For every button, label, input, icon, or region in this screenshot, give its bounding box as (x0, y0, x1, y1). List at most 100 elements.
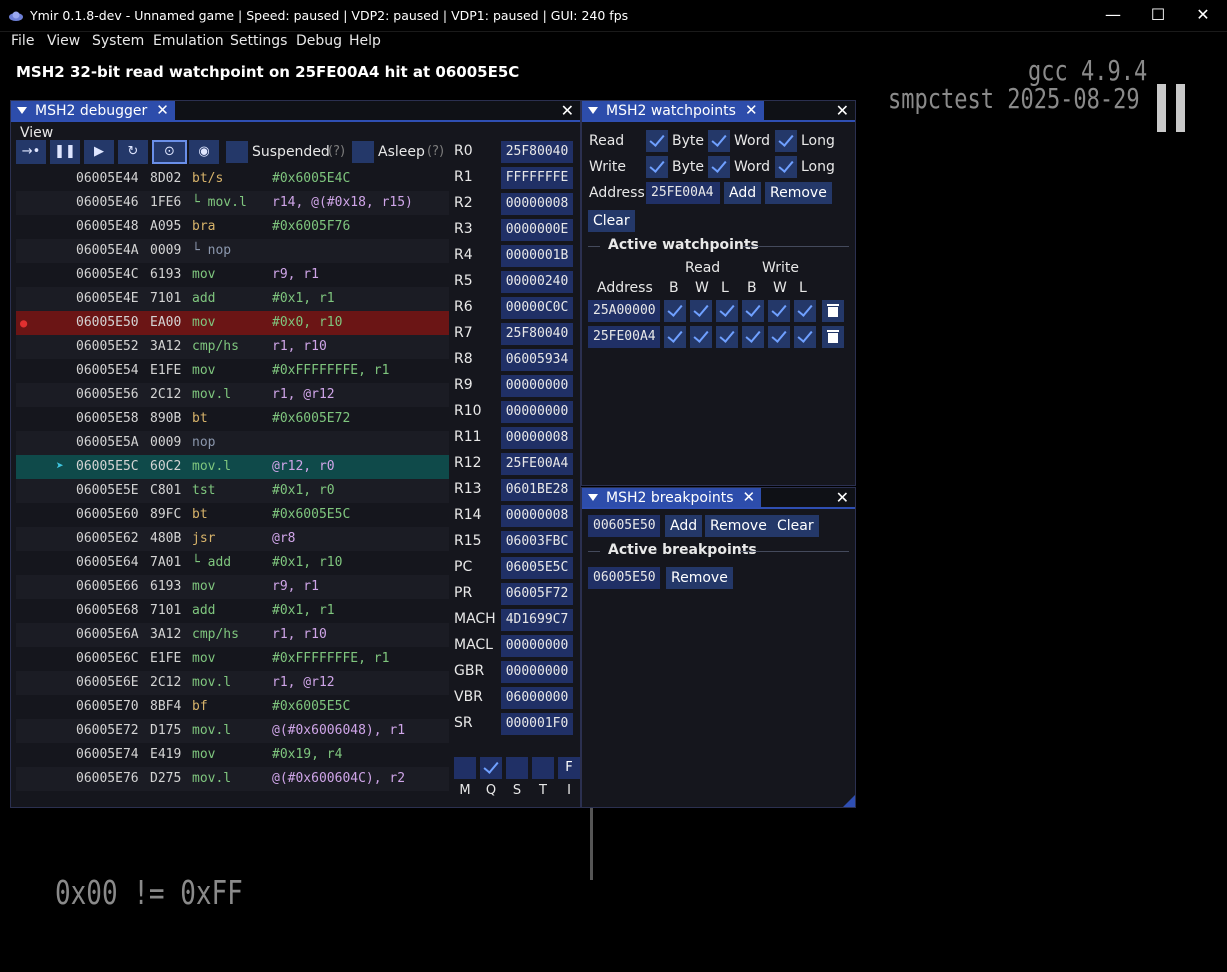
watchpoint-flag-checkbox[interactable] (794, 300, 816, 322)
suspended-checkbox[interactable] (226, 141, 248, 163)
write-word-checkbox[interactable] (708, 156, 730, 178)
debugger-view-menu[interactable]: View (20, 125, 53, 141)
disasm-row[interactable]: 06005E6E 2C12 mov.l r1, @r12 (16, 671, 449, 695)
register-value[interactable]: 25F80040 (501, 141, 573, 163)
watchpoint-flag-checkbox[interactable] (768, 326, 790, 348)
menu-system[interactable]: System (92, 33, 144, 49)
disasm-row[interactable]: 06005E4A 0009 └ nop (16, 239, 449, 263)
close-tab-icon[interactable]: ✕ (156, 103, 169, 118)
clear-watchpoints-button[interactable]: Clear (588, 210, 635, 232)
follow-pc-button[interactable]: ⊙ (152, 140, 187, 164)
watchpoint-flag-checkbox[interactable] (794, 326, 816, 348)
register-value[interactable]: 00000000 (501, 661, 573, 683)
breakpoint-address-input[interactable]: 00605E50 (588, 515, 660, 537)
watchpoint-flag-checkbox[interactable] (664, 300, 686, 322)
menu-help[interactable]: Help (349, 33, 381, 49)
register-value[interactable]: 4D1699C7 (501, 609, 573, 631)
watchpoint-flag-checkbox[interactable] (690, 326, 712, 348)
register-value[interactable]: 00000008 (501, 193, 573, 215)
register-value[interactable]: 0601BE28 (501, 479, 573, 501)
register-value[interactable]: 25F80040 (501, 323, 573, 345)
register-value[interactable]: 00000000 (501, 401, 573, 423)
flag-s-checkbox[interactable] (506, 757, 528, 779)
register-value[interactable]: 06000000 (501, 687, 573, 709)
read-word-checkbox[interactable] (708, 130, 730, 152)
register-value[interactable]: 0000000E (501, 219, 573, 241)
tab-msh2-breakpoints[interactable]: MSH2 breakpoints ✕ (582, 488, 762, 507)
close-panel-icon[interactable]: ✕ (561, 101, 574, 120)
flag-m-checkbox[interactable] (454, 757, 476, 779)
close-panel-icon[interactable]: ✕ (836, 488, 849, 507)
disasm-row[interactable]: 06005E6C E1FE mov #0xFFFFFFFE, r1 (16, 647, 449, 671)
register-value[interactable]: 00000000 (501, 635, 573, 657)
disasm-row[interactable]: 06005E64 7A01 └ add #0x1, r10 (16, 551, 449, 575)
disasm-row[interactable]: 06005E6A 3A12 cmp/hs r1, r10 (16, 623, 449, 647)
asleep-checkbox[interactable] (352, 141, 374, 163)
remove-breakpoint-entry-button[interactable]: Remove (666, 567, 733, 589)
disasm-row[interactable]: 06005E46 1FE6 └ mov.l r14, @(#0x18, r15) (16, 191, 449, 215)
breakpoint-marker-icon[interactable]: ● (20, 311, 27, 335)
write-byte-checkbox[interactable] (646, 156, 668, 178)
menu-settings[interactable]: Settings (230, 33, 287, 49)
watchpoint-flag-checkbox[interactable] (716, 300, 738, 322)
disasm-row[interactable]: 06005E74 E419 mov #0x19, r4 (16, 743, 449, 767)
menu-view[interactable]: View (47, 33, 80, 49)
disasm-row[interactable]: 06005E68 7101 add #0x1, r1 (16, 599, 449, 623)
disasm-row[interactable]: 06005E76 D275 mov.l @(#0x600604C), r2 (16, 767, 449, 791)
register-value[interactable]: 00000008 (501, 427, 573, 449)
register-value[interactable]: 0000001B (501, 245, 573, 267)
collapse-icon[interactable] (588, 494, 598, 501)
remove-watchpoint-button[interactable]: Remove (765, 182, 832, 204)
remove-breakpoint-button[interactable]: Remove (705, 515, 772, 537)
disasm-row[interactable]: 06005E44 8D02 bt/s #0x6005E4C (16, 167, 449, 191)
flag-t-checkbox[interactable] (532, 757, 554, 779)
trash-icon[interactable] (822, 300, 844, 322)
register-value[interactable]: 06005934 (501, 349, 573, 371)
run-button[interactable]: ▶ (84, 140, 114, 164)
maximize-button[interactable]: ☐ (1135, 0, 1181, 32)
disassembly-view[interactable]: 06005E44 8D02 bt/s #0x6005E4C 06005E46 1FE6 └ … (16, 167, 449, 791)
watch-address-input[interactable]: 25FE00A4 (646, 182, 720, 204)
register-value[interactable]: 000001F0 (501, 713, 573, 735)
disasm-row[interactable]: 06005E72 D175 mov.l @(#0x6006048), r1 (16, 719, 449, 743)
disasm-row[interactable]: ➤ 06005E5C 60C2 mov.l @r12, r0 (16, 455, 449, 479)
disasm-row[interactable]: 06005E48 A095 bra #0x6005F76 (16, 215, 449, 239)
register-value[interactable]: 06005F72 (501, 583, 573, 605)
minimize-button[interactable]: — (1090, 0, 1136, 32)
watchpoint-flag-checkbox[interactable] (716, 326, 738, 348)
watchpoint-flag-checkbox[interactable] (690, 300, 712, 322)
disasm-row[interactable]: 06005E70 8BF4 bf #0x6005E5C (16, 695, 449, 719)
disasm-row[interactable]: 06005E4E 7101 add #0x1, r1 (16, 287, 449, 311)
register-value[interactable]: FFFFFFFE (501, 167, 573, 189)
tab-msh2-watchpoints[interactable]: MSH2 watchpoints ✕ (582, 101, 764, 120)
asleep-help-icon[interactable]: (?) (427, 144, 444, 159)
disasm-row[interactable]: ● 06005E50 EA00 mov #0x0, r10 (16, 311, 449, 335)
pause-button[interactable]: ❚❚ (50, 140, 80, 164)
flag-q-checkbox[interactable] (480, 757, 502, 779)
disasm-row[interactable]: 06005E5E C801 tst #0x1, r0 (16, 479, 449, 503)
collapse-icon[interactable] (588, 107, 598, 114)
disasm-row[interactable]: 06005E62 480B jsr @r8 (16, 527, 449, 551)
watchpoint-flag-checkbox[interactable] (742, 326, 764, 348)
register-value[interactable]: 06005E5C (501, 557, 573, 579)
read-byte-checkbox[interactable] (646, 130, 668, 152)
add-breakpoint-button[interactable]: Add (665, 515, 703, 537)
register-value[interactable]: 00000240 (501, 271, 573, 293)
register-value[interactable]: 00000000 (501, 375, 573, 397)
register-value[interactable]: 06003FBC (501, 531, 573, 553)
write-long-checkbox[interactable] (775, 156, 797, 178)
disasm-row[interactable]: 06005E58 890B bt #0x6005E72 (16, 407, 449, 431)
tab-msh2-debugger[interactable]: MSH2 debugger ✕ (11, 101, 175, 120)
disasm-row[interactable]: 06005E66 6193 mov r9, r1 (16, 575, 449, 599)
watchpoint-flag-checkbox[interactable] (742, 300, 764, 322)
close-tab-icon[interactable]: ✕ (745, 103, 758, 118)
step-into-button[interactable]: →• (16, 140, 46, 164)
reset-button[interactable]: ↻ (118, 140, 148, 164)
suspended-help-icon[interactable]: (?) (328, 144, 345, 159)
trash-icon[interactable] (822, 326, 844, 348)
disasm-row[interactable]: 06005E4C 6193 mov r9, r1 (16, 263, 449, 287)
disasm-row[interactable]: 06005E56 2C12 mov.l r1, @r12 (16, 383, 449, 407)
collapse-icon[interactable] (17, 107, 27, 114)
menu-emulation[interactable]: Emulation (153, 33, 224, 49)
register-value[interactable]: 00000008 (501, 505, 573, 527)
